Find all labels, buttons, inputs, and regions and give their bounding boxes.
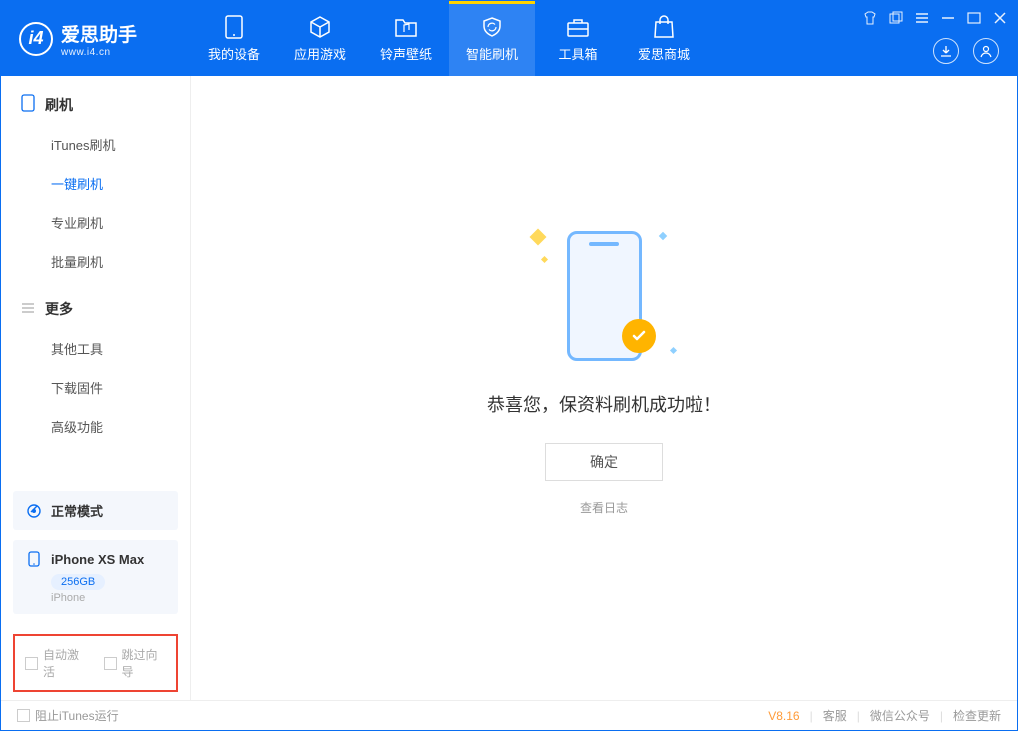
nav-toolbox[interactable]: 工具箱 — [535, 1, 621, 76]
device-name: iPhone XS Max — [51, 552, 144, 567]
sidebar: 刷机 iTunes刷机 一键刷机 专业刷机 批量刷机 更多 其他工具 下载固件 … — [1, 76, 191, 700]
nav-my-device[interactable]: 我的设备 — [191, 1, 277, 76]
checkbox-label: 跳过向导 — [122, 646, 167, 680]
nav-ringtones[interactable]: 铃声壁纸 — [363, 1, 449, 76]
footer: 阻止iTunes运行 V8.16 | 客服 | 微信公众号 | 检查更新 — [1, 700, 1017, 730]
maximize-icon[interactable] — [967, 11, 981, 25]
nav-label: 智能刷机 — [466, 44, 518, 63]
sidebar-items-more: 其他工具 下载固件 高级功能 — [1, 329, 190, 446]
nav-label: 我的设备 — [208, 44, 260, 63]
success-message: 恭喜您，保资料刷机成功啦！ — [487, 391, 721, 417]
device-icon — [221, 14, 247, 40]
sidebar-item-one-click-flash[interactable]: 一键刷机 — [1, 164, 190, 203]
phone-small-icon — [25, 550, 43, 568]
menu-icon[interactable] — [915, 11, 929, 25]
minimize-icon[interactable] — [941, 11, 955, 25]
success-illustration — [524, 221, 684, 371]
phone-icon — [21, 94, 35, 115]
checkbox-icon — [25, 657, 38, 670]
version-label: V8.16 — [768, 709, 799, 723]
nav-label: 铃声壁纸 — [380, 44, 432, 63]
check-badge-icon — [622, 319, 656, 353]
checkbox-auto-activate[interactable]: 自动激活 — [25, 646, 88, 680]
view-log-link[interactable]: 查看日志 — [580, 499, 628, 516]
checkbox-skip-guide[interactable]: 跳过向导 — [104, 646, 167, 680]
shirt-icon[interactable] — [863, 11, 877, 25]
ok-button[interactable]: 确定 — [545, 443, 663, 481]
sidebar-section-flash: 刷机 — [1, 76, 190, 125]
list-icon — [21, 301, 35, 318]
sidebar-section-more: 更多 — [1, 281, 190, 329]
music-folder-icon — [393, 14, 419, 40]
star-icon — [659, 231, 667, 239]
device-storage-badge: 256GB — [51, 574, 105, 590]
sidebar-item-other-tools[interactable]: 其他工具 — [1, 329, 190, 368]
app-url: www.i4.cn — [61, 47, 137, 58]
section-title: 更多 — [45, 299, 73, 319]
download-button[interactable] — [933, 38, 959, 64]
close-icon[interactable] — [993, 11, 1007, 25]
app-logo-icon: i4 — [19, 22, 53, 56]
options-highlight-box: 自动激活 跳过向导 — [13, 634, 178, 692]
body: 刷机 iTunes刷机 一键刷机 专业刷机 批量刷机 更多 其他工具 下载固件 … — [1, 76, 1017, 700]
checkbox-block-itunes[interactable]: 阻止iTunes运行 — [17, 707, 119, 724]
section-title: 刷机 — [45, 95, 73, 115]
checkbox-icon — [104, 657, 117, 670]
cube-icon — [307, 14, 333, 40]
nav-smart-flash[interactable]: 智能刷机 — [449, 1, 535, 76]
sidebar-item-advanced[interactable]: 高级功能 — [1, 407, 190, 446]
sidebar-item-batch-flash[interactable]: 批量刷机 — [1, 242, 190, 281]
refresh-shield-icon — [479, 14, 505, 40]
device-panels: 正常模式 iPhone XS Max 256GB iPhone — [1, 481, 190, 634]
header-right — [933, 38, 999, 64]
footer-link-wechat[interactable]: 微信公众号 — [870, 707, 930, 724]
separator: | — [940, 709, 943, 723]
header: i4 爱思助手 www.i4.cn 我的设备 应用游戏 铃声壁纸 智能刷机 工具… — [1, 1, 1017, 76]
checkbox-label: 自动激活 — [43, 646, 88, 680]
bag-icon — [651, 14, 677, 40]
checkbox-icon — [17, 709, 30, 722]
nav-store[interactable]: 爱思商城 — [621, 1, 707, 76]
nav-label: 工具箱 — [558, 44, 597, 63]
nav-label: 应用游戏 — [294, 44, 346, 63]
mode-icon — [25, 502, 43, 520]
separator: | — [810, 709, 813, 723]
star-icon — [530, 228, 547, 245]
checkbox-label: 阻止iTunes运行 — [35, 707, 119, 724]
sidebar-item-itunes-flash[interactable]: iTunes刷机 — [1, 125, 190, 164]
separator: | — [857, 709, 860, 723]
app-name: 爱思助手 — [61, 20, 137, 47]
device-mode-panel[interactable]: 正常模式 — [13, 491, 178, 530]
logo-area: i4 爱思助手 www.i4.cn — [1, 20, 191, 58]
toolbox-icon — [565, 14, 591, 40]
main-content: 恭喜您，保资料刷机成功啦！ 确定 查看日志 — [191, 76, 1017, 700]
footer-link-update[interactable]: 检查更新 — [953, 707, 1001, 724]
sidebar-items-flash: iTunes刷机 一键刷机 专业刷机 批量刷机 — [1, 125, 190, 281]
device-mode: 正常模式 — [51, 501, 103, 520]
logo-text: 爱思助手 www.i4.cn — [61, 20, 137, 58]
nav-label: 爱思商城 — [638, 44, 690, 63]
window-controls — [863, 11, 1007, 25]
device-info-panel[interactable]: iPhone XS Max 256GB iPhone — [13, 540, 178, 614]
footer-link-support[interactable]: 客服 — [823, 707, 847, 724]
nav-apps-games[interactable]: 应用游戏 — [277, 1, 363, 76]
sidebar-item-download-firmware[interactable]: 下载固件 — [1, 368, 190, 407]
layers-icon[interactable] — [889, 11, 903, 25]
footer-right: V8.16 | 客服 | 微信公众号 | 检查更新 — [768, 707, 1001, 724]
device-type: iPhone — [51, 592, 166, 604]
top-nav: 我的设备 应用游戏 铃声壁纸 智能刷机 工具箱 爱思商城 — [191, 1, 707, 76]
star-icon — [541, 255, 548, 262]
sidebar-item-pro-flash[interactable]: 专业刷机 — [1, 203, 190, 242]
user-button[interactable] — [973, 38, 999, 64]
star-icon — [670, 346, 677, 353]
